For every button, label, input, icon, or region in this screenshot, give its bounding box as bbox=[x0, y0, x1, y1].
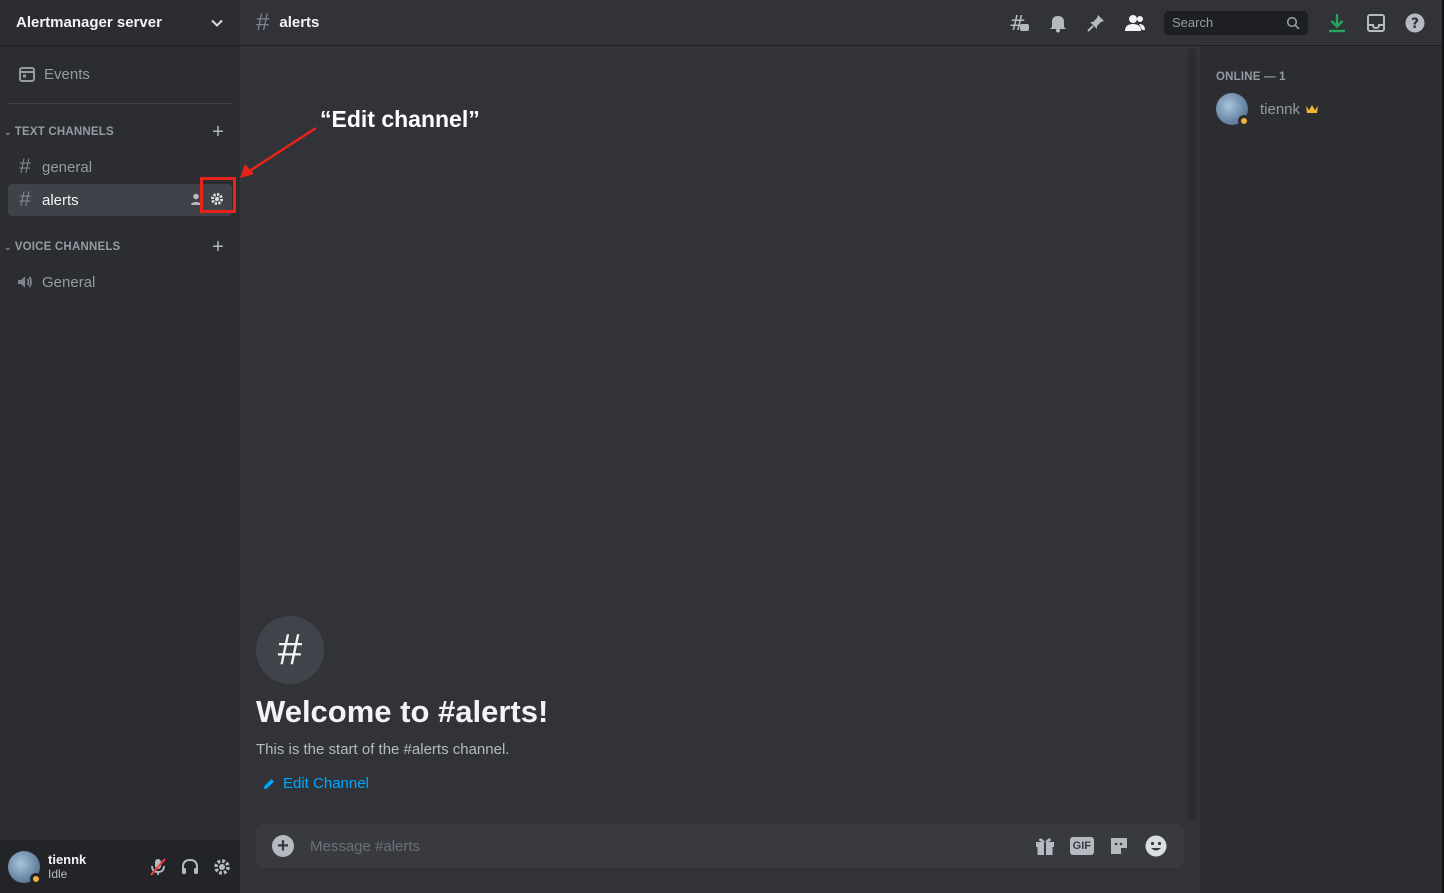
voice-channels-category[interactable]: ⌄ VOICE CHANNELS + bbox=[4, 237, 224, 257]
server-header[interactable]: Alertmanager server bbox=[0, 0, 240, 46]
threads-icon[interactable]: # bbox=[1008, 12, 1030, 34]
user-status: Idle bbox=[48, 866, 68, 881]
text-channels-category[interactable]: ⌄ TEXT CHANNELS + bbox=[4, 122, 224, 142]
channel-name: general bbox=[42, 158, 93, 176]
member-item[interactable]: tiennk bbox=[1216, 93, 1319, 127]
welcome-title: Welcome to #alerts! bbox=[256, 694, 549, 729]
calendar-icon bbox=[19, 67, 35, 82]
welcome-subtitle: This is the start of the #alerts channel… bbox=[256, 741, 510, 758]
message-input[interactable] bbox=[310, 837, 1034, 855]
sticker-icon[interactable] bbox=[1108, 835, 1130, 857]
edit-channel-link[interactable]: Edit Channel bbox=[262, 775, 369, 792]
channel-name: alerts bbox=[42, 191, 79, 209]
avatar[interactable] bbox=[8, 850, 42, 885]
channel-header: # alerts # Search ? bbox=[240, 0, 1442, 46]
svg-text:?: ? bbox=[1411, 16, 1419, 32]
hash-icon: # bbox=[19, 155, 31, 178]
search-icon bbox=[1286, 16, 1300, 30]
speaker-icon bbox=[18, 276, 32, 288]
channel-sidebar: Alertmanager server Events ⌄ TEXT CHANNEL… bbox=[0, 0, 240, 893]
channel-title: alerts bbox=[279, 14, 320, 31]
download-icon[interactable] bbox=[1326, 12, 1348, 34]
online-header: ONLINE — 1 bbox=[1216, 71, 1286, 83]
gift-icon[interactable] bbox=[1034, 835, 1056, 857]
chat-scrollbar[interactable] bbox=[1188, 49, 1196, 819]
search-input[interactable]: Search bbox=[1164, 10, 1308, 35]
caret-down-icon: ⌄ bbox=[4, 241, 12, 252]
hash-icon: # bbox=[256, 8, 270, 36]
avatar bbox=[1216, 93, 1250, 127]
add-voice-channel-button[interactable]: + bbox=[212, 237, 224, 257]
search-placeholder: Search bbox=[1172, 15, 1214, 30]
chevron-down-icon bbox=[211, 19, 223, 27]
bell-icon[interactable] bbox=[1048, 13, 1068, 33]
chat-area: # Welcome to #alerts! This is the start … bbox=[240, 47, 1200, 893]
caret-down-icon: ⌄ bbox=[4, 126, 12, 137]
user-panel: tiennk Idle bbox=[0, 840, 240, 893]
voice-channels-label: VOICE CHANNELS bbox=[14, 241, 121, 253]
annotation-highlight-box bbox=[200, 177, 236, 213]
channel-hash-icon: # bbox=[256, 616, 324, 684]
member-name: tiennk bbox=[1260, 100, 1301, 118]
channel-name: General bbox=[42, 273, 96, 291]
edit-channel-label: Edit Channel bbox=[283, 775, 369, 792]
message-composer: + GIF bbox=[256, 824, 1184, 868]
crown-icon bbox=[1306, 105, 1319, 113]
pencil-icon bbox=[264, 778, 274, 789]
emoji-icon[interactable] bbox=[1144, 834, 1168, 858]
events-label: Events bbox=[44, 65, 90, 83]
voice-channel-general[interactable]: General bbox=[8, 266, 232, 298]
events-link[interactable]: Events bbox=[8, 57, 232, 91]
user-name: tiennk bbox=[48, 851, 87, 867]
idle-status-icon bbox=[1238, 115, 1250, 127]
gif-button[interactable]: GIF bbox=[1069, 837, 1094, 855]
text-channels-label: TEXT CHANNELS bbox=[14, 126, 114, 138]
headphones-icon[interactable] bbox=[180, 857, 200, 877]
channel-general[interactable]: # general bbox=[8, 151, 232, 183]
member-list: ONLINE — 1 tiennk bbox=[1200, 47, 1442, 893]
server-name: Alertmanager server bbox=[16, 14, 162, 31]
add-attachment-button[interactable]: + bbox=[272, 835, 294, 857]
channel-alerts[interactable]: # alerts bbox=[8, 184, 232, 216]
pin-icon[interactable] bbox=[1086, 13, 1106, 33]
hash-icon: # bbox=[19, 188, 31, 211]
user-settings-gear-icon[interactable] bbox=[212, 857, 232, 877]
add-text-channel-button[interactable]: + bbox=[212, 122, 224, 142]
members-icon[interactable] bbox=[1124, 13, 1146, 33]
inbox-icon[interactable] bbox=[1366, 13, 1386, 33]
idle-status-icon bbox=[30, 872, 42, 885]
mic-muted-icon[interactable] bbox=[148, 857, 168, 877]
help-icon[interactable]: ? bbox=[1404, 12, 1426, 34]
